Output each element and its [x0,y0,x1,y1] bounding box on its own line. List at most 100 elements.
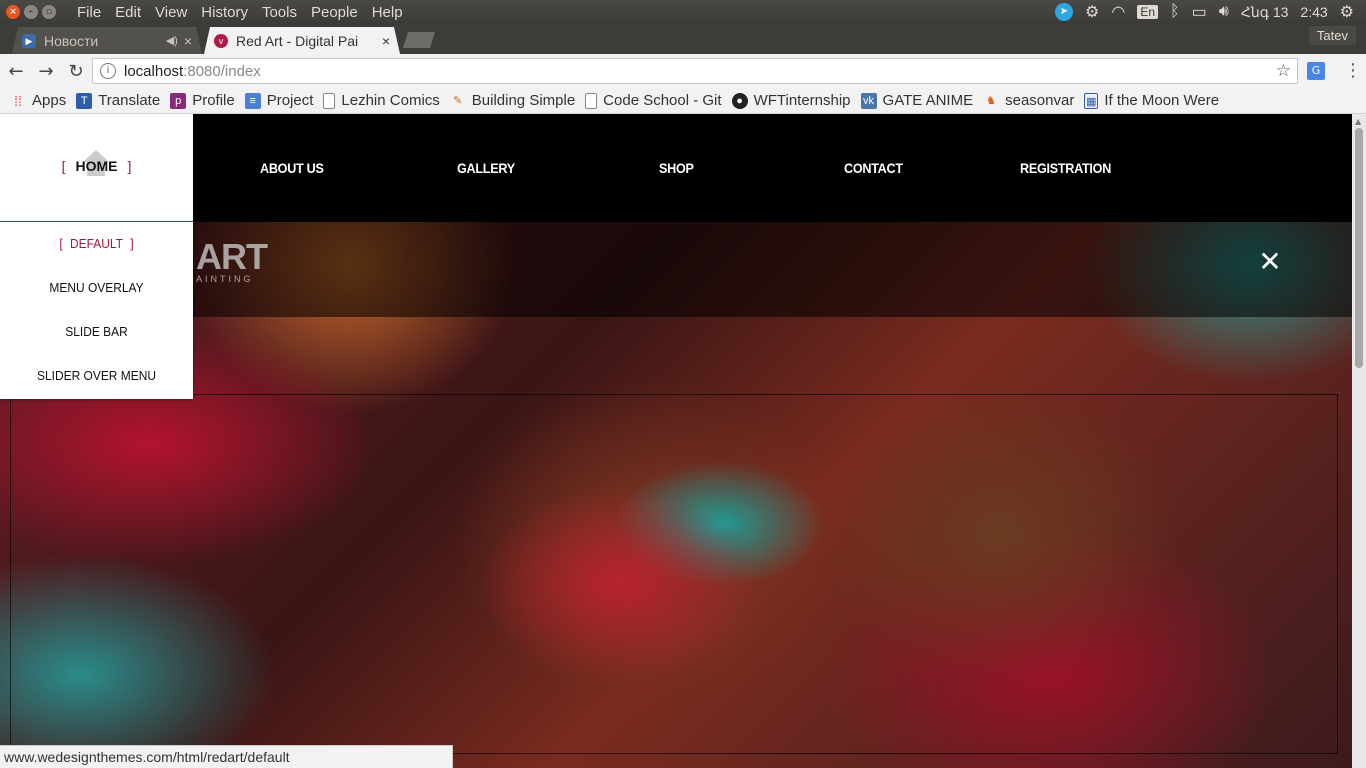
submenu-default[interactable]: [ DEFAULT] [8,236,186,251]
submenu-slider-over-menu[interactable]: SLIDER OVER MENU [8,368,186,383]
url-host: localhost [124,62,184,80]
bookmark-label: Building Simple [471,92,576,109]
menu-view[interactable]: View [148,4,194,21]
menu-tools[interactable]: Tools [255,4,304,21]
seasonvar-icon: ♞ [986,94,997,107]
window-maximize-button[interactable]: ▫ [42,5,56,19]
web-page: ABOUT US GALLERY SHOP CONTACT REGISTRATI… [0,114,1352,768]
bookmark-label: Apps [32,92,67,109]
page-icon [585,92,598,109]
nav-shop[interactable]: SHOP [659,160,694,176]
google-translate-extension-icon[interactable]: G [1307,62,1325,80]
bookmark-building-simple[interactable]: ✎ Building Simple [450,92,575,109]
menu-help[interactable]: Help [365,4,410,21]
forward-arrow-icon[interactable]: → [32,61,60,82]
link-status-bubble: www.wedesignthemes.com/html/redart/defau… [0,745,453,768]
keyboard-language-indicator[interactable]: En [1137,5,1158,19]
site-info-icon[interactable]: i [100,63,116,79]
app-menubar: File Edit View History Tools People Help [70,4,410,21]
close-icon[interactable]: ✕ [1258,248,1282,276]
bookmark-label: WFTinternship [753,92,851,109]
telegram-icon[interactable]: ➤ [1055,3,1073,21]
system-indicators: ➤ ⚙ ◠ En ᛒ ▭ 🔊︎ Հնգ 13 2:43 ⚙ [1055,2,1366,22]
menu-history[interactable]: History [194,4,255,21]
bracket-left: [ [59,236,63,251]
submenu-default-label: DEFAULT [70,236,123,251]
new-tab-button[interactable] [403,32,435,48]
tab-close-icon[interactable]: × [184,33,192,49]
bookmark-apps[interactable]: ⁞⁞ Apps [10,92,66,109]
submenu-menu-overlay[interactable]: MENU OVERLAY [8,280,186,295]
menu-edit[interactable]: Edit [108,4,148,21]
bookmark-translate[interactable]: T Translate [76,92,160,109]
bookmark-moon[interactable]: ▦ If the Moon Were [1084,92,1219,109]
home-dropdown-menu: [HOME] [DEFAULT] MENU OVERLAY SLIDE BAR … [0,114,193,399]
menu-file[interactable]: File [70,4,108,21]
tab-title: Red Art - Digital Pai [236,32,359,49]
bookmark-lezhin[interactable]: Lezhin Comics [323,92,440,109]
grid-icon: ▦ [1084,92,1099,109]
bookmark-label: Code School - Git [603,92,722,109]
nav-home-label: [ HOME] [0,158,193,174]
bookmark-star-icon[interactable]: ☆ [1276,61,1291,81]
settings-gear-icon[interactable]: ⚙ [1085,2,1099,22]
nav-contact[interactable]: CONTACT [844,160,903,176]
menu-people[interactable]: People [304,4,365,21]
bookmark-gate-anime[interactable]: vk GATE ANIME [860,92,973,109]
tab-red-art[interactable]: v Red Art - Digital Pai × [204,27,400,54]
page-icon [323,92,336,109]
bracket-right: ] [127,158,132,174]
bookmark-code-school[interactable]: Code School - Git [585,92,722,109]
battery-icon[interactable]: ▭ [1192,2,1207,22]
back-arrow-icon[interactable]: ← [2,61,30,82]
reload-icon[interactable]: ↻ [62,61,90,82]
address-bar[interactable]: i localhost:8080/index ☆ [92,58,1298,84]
submenu-slide-bar[interactable]: SLIDE BAR [8,324,186,339]
bookmark-project[interactable]: ≡ Project [244,92,313,109]
volume-icon[interactable]: 🔊︎ [1219,3,1229,21]
red-art-favicon-icon: v [214,34,228,48]
date-indicator[interactable]: Հնգ 13 [1241,4,1289,21]
bookmark-label: Lezhin Comics [341,92,440,109]
nav-about-us[interactable]: ABOUT US [260,160,324,176]
site-header-band: ART AINTING ✕ [0,222,1352,317]
bookmark-label: seasonvar [1005,92,1075,109]
translate-icon: T [76,92,93,109]
bookmark-wftinternship[interactable]: ● WFTinternship [731,92,851,109]
site-logo[interactable]: ART [196,236,268,278]
wifi-icon[interactable]: ◠ [1111,2,1125,22]
tab-close-icon[interactable]: × [382,33,390,49]
scroll-up-arrow-icon[interactable]: ▲ [1355,117,1361,126]
building-icon: ✎ [453,94,463,107]
bookmarks-bar: ⁞⁞ Apps T Translate p Profile ≡ Project Lezh… [0,88,1366,114]
nav-home[interactable]: [ HOME] [0,114,193,222]
apps-grid-icon: ⁞⁞ [14,92,22,109]
bookmark-label: Translate [98,92,161,109]
chrome-menu-icon[interactable]: ⋮ [1344,60,1362,81]
bookmark-seasonvar[interactable]: ♞ seasonvar [983,92,1074,109]
news-favicon-icon: ▶ [22,34,36,48]
profile-button[interactable]: Tatev [1308,26,1356,45]
page-scrollbar[interactable]: ▲ [1352,114,1366,768]
bluetooth-icon[interactable]: ᛒ [1170,3,1180,21]
home-text: HOME [75,158,118,174]
system-gear-icon[interactable]: ⚙ [1340,2,1354,22]
clock-indicator[interactable]: 2:43 [1300,4,1327,20]
github-icon: ● [731,92,748,109]
window-minimize-button[interactable]: – [24,5,38,19]
bracket-right: ] [130,236,134,251]
scrollbar-thumb[interactable] [1355,128,1363,368]
nav-gallery[interactable]: GALLERY [457,160,515,176]
window-close-button[interactable]: × [6,5,20,19]
tab-news[interactable]: ▶ Новости ◀) × [12,27,202,54]
url-path: :8080/index [183,62,261,80]
bookmark-profile[interactable]: p Profile [170,92,235,109]
site-top-navigation: ABOUT US GALLERY SHOP CONTACT REGISTRATI… [0,114,1352,222]
site-logo-subtitle: AINTING [196,274,254,284]
tab-title: Новости [44,32,99,49]
os-top-panel: × – ▫ File Edit View History Tools Peopl… [0,0,1366,24]
nav-registration[interactable]: REGISTRATION [1020,160,1111,176]
bracket-left: [ [61,158,66,174]
tab-audio-icon[interactable]: ◀) [166,34,178,47]
vk-icon: vk [860,92,877,109]
